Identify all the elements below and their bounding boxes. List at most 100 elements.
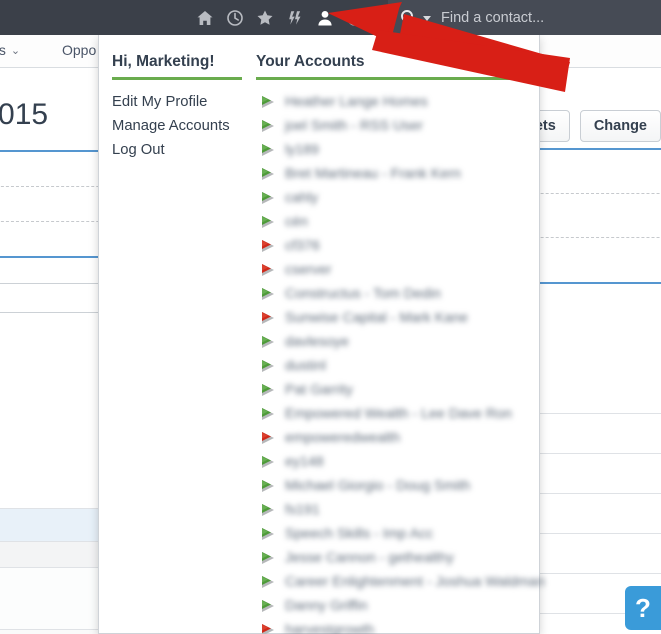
account-flag-red-icon bbox=[260, 622, 276, 634]
chevron-down-icon[interactable] bbox=[423, 16, 431, 21]
account-name: fs191 bbox=[285, 502, 320, 518]
account-name: Jesse Cannon - gethealthy bbox=[285, 550, 454, 566]
account-flag-red-icon bbox=[260, 430, 276, 446]
account-flag-green-icon bbox=[260, 478, 276, 494]
account-list-item[interactable]: harvestgrowth bbox=[256, 618, 539, 634]
search-icon[interactable] bbox=[400, 9, 417, 26]
top-navigation-bar: Find a contact... bbox=[0, 0, 661, 35]
account-name: ey148 bbox=[285, 454, 324, 470]
account-list-item[interactable]: Sunwise Capital - Mark Kane bbox=[256, 306, 539, 330]
account-name: dustinl bbox=[285, 358, 327, 374]
app-screen: cts⌄ Oppo 9, 2015 Widgets Change ot be a… bbox=[0, 0, 661, 634]
account-list-item[interactable]: Danny Griffin bbox=[256, 594, 539, 618]
person-icon[interactable] bbox=[316, 9, 334, 27]
table-row bbox=[0, 542, 110, 568]
account-name: cén bbox=[285, 214, 308, 230]
account-list-item[interactable]: cahly bbox=[256, 186, 539, 210]
page-title: 9, 2015 bbox=[0, 98, 49, 131]
account-list-item[interactable]: davlesoye bbox=[256, 330, 539, 354]
account-list-item[interactable]: cserver bbox=[256, 258, 539, 282]
account-flag-green-icon bbox=[260, 94, 276, 110]
account-name: empoweredwealth bbox=[285, 430, 401, 446]
account-flag-green-icon bbox=[260, 574, 276, 590]
account-dropdown-panel: Hi, Marketing! Edit My Profile Manage Ac… bbox=[98, 26, 545, 634]
account-name: ly189 bbox=[285, 142, 319, 158]
account-list-item[interactable]: joel Smith - RSS User bbox=[256, 114, 539, 138]
tag-filter-input[interactable]: by tag... bbox=[0, 283, 110, 313]
account-name: Bret Martineau - Frank Kern bbox=[285, 166, 461, 182]
global-search-bar[interactable]: Find a contact... bbox=[388, 0, 661, 35]
account-flag-green-icon bbox=[260, 190, 276, 206]
account-list-item[interactable]: ly189 bbox=[256, 138, 539, 162]
account-list-item[interactable]: Michael Giorgio - Doug Smith bbox=[256, 474, 539, 498]
account-name: Danny Griffin bbox=[285, 598, 368, 614]
topnav-icon-group bbox=[196, 0, 364, 35]
clock-icon[interactable] bbox=[226, 9, 244, 27]
account-name: davlesoye bbox=[285, 334, 349, 350]
account-flag-green-icon bbox=[260, 166, 276, 182]
subnav-item-contacts[interactable]: cts ⌄ bbox=[0, 42, 20, 58]
account-list-item[interactable]: dustinl bbox=[256, 354, 539, 378]
account-list-item[interactable]: Speech Skills - Imp Acc bbox=[256, 522, 539, 546]
search-input[interactable]: Find a contact... bbox=[441, 10, 544, 26]
help-circle-icon[interactable] bbox=[346, 9, 364, 27]
edit-my-profile-link[interactable]: Edit My Profile bbox=[112, 90, 251, 114]
account-list-item[interactable]: cf376 bbox=[256, 234, 539, 258]
dropdown-profile-column: Hi, Marketing! Edit My Profile Manage Ac… bbox=[99, 35, 251, 162]
manage-accounts-link[interactable]: Manage Accounts bbox=[112, 114, 251, 138]
account-flag-green-icon bbox=[260, 502, 276, 518]
account-name: Sunwise Capital - Mark Kane bbox=[285, 310, 468, 326]
subnav-item-label: cts bbox=[0, 42, 6, 58]
account-list-item[interactable]: Career Enlightenment - Joshua Waldman bbox=[256, 570, 545, 594]
account-list-item[interactable]: Bret Martineau - Frank Kern bbox=[256, 162, 539, 186]
chevron-down-icon: ⌄ bbox=[10, 45, 21, 57]
account-flag-green-icon bbox=[260, 550, 276, 566]
account-name: cahly bbox=[285, 190, 319, 206]
account-list-item[interactable]: ey148 bbox=[256, 450, 539, 474]
account-name: Constructus - Tom Dedin bbox=[285, 286, 441, 302]
greeting-text: Hi, Marketing! bbox=[112, 53, 215, 70]
account-name: cf376 bbox=[285, 238, 320, 254]
subnav-item-opportunities[interactable]: Oppo bbox=[62, 42, 96, 58]
account-flag-green-icon bbox=[260, 142, 276, 158]
account-flag-green-icon bbox=[260, 454, 276, 470]
account-list-item[interactable]: fs191 bbox=[256, 498, 539, 522]
account-flag-green-icon bbox=[260, 286, 276, 302]
account-list-item[interactable]: Empowered Wealth - Lee Dave Ron bbox=[256, 402, 539, 426]
accent-rule bbox=[256, 77, 539, 80]
account-list-item[interactable]: Heather Lange Homes bbox=[256, 90, 539, 114]
account-name: Michael Giorgio - Doug Smith bbox=[285, 478, 471, 494]
account-list-item[interactable]: Constructus - Tom Dedin bbox=[256, 282, 539, 306]
account-name: joel Smith - RSS User bbox=[285, 118, 423, 134]
table-footer bbox=[0, 630, 110, 634]
account-list-item[interactable]: cén bbox=[256, 210, 539, 234]
dropdown-accounts-column: Your Accounts Heather Lange Homes joel Sm… bbox=[256, 35, 545, 634]
account-flag-green-icon bbox=[260, 382, 276, 398]
star-icon[interactable] bbox=[256, 9, 274, 27]
account-flag-green-icon bbox=[260, 526, 276, 542]
lightning-icon[interactable] bbox=[286, 9, 304, 27]
account-flag-green-icon bbox=[260, 358, 276, 374]
table-row-selected bbox=[0, 508, 110, 542]
account-name: Heather Lange Homes bbox=[285, 94, 428, 110]
account-flag-red-icon bbox=[260, 262, 276, 278]
table-row bbox=[0, 568, 110, 630]
subnav-item-label: Oppo bbox=[62, 42, 97, 58]
account-name: Career Enlightenment - Joshua Waldman bbox=[285, 574, 545, 590]
account-list-item[interactable]: Pat Garrity bbox=[256, 378, 539, 402]
change-button[interactable]: Change bbox=[579, 110, 661, 142]
account-name: harvestgrowth bbox=[285, 622, 375, 634]
account-name: Empowered Wealth - Lee Dave Ron bbox=[285, 406, 512, 422]
account-list: Heather Lange Homes joel Smith - RSS User… bbox=[256, 90, 545, 634]
account-name: cserver bbox=[285, 262, 332, 278]
home-icon[interactable] bbox=[196, 9, 214, 27]
account-flag-green-icon bbox=[260, 214, 276, 230]
account-flag-green-icon bbox=[260, 598, 276, 614]
account-name: Speech Skills - Imp Acc bbox=[285, 526, 434, 542]
account-list-item[interactable]: empoweredwealth bbox=[256, 426, 539, 450]
help-button[interactable]: ? bbox=[625, 586, 661, 630]
account-list-item[interactable]: Jesse Cannon - gethealthy bbox=[256, 546, 539, 570]
account-flag-red-icon bbox=[260, 310, 276, 326]
log-out-link[interactable]: Log Out bbox=[112, 138, 251, 162]
account-name: Pat Garrity bbox=[285, 382, 353, 398]
